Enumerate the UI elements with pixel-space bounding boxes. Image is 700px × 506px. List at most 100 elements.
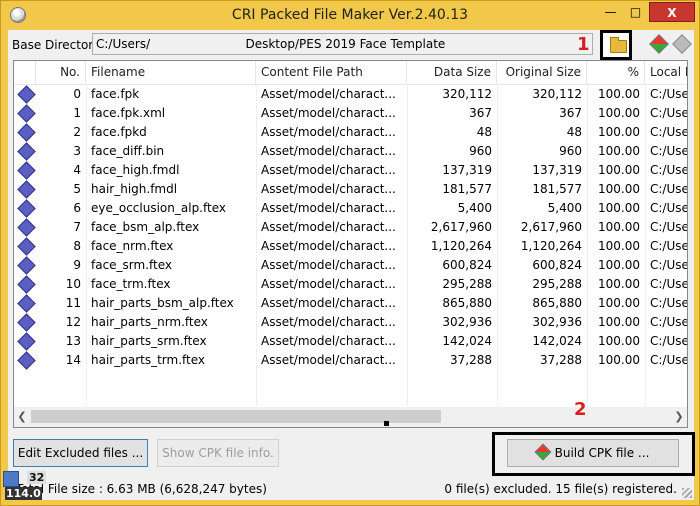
row-content-path: Asset/model/charact... (261, 239, 396, 253)
row-original-size: 960 (559, 144, 582, 158)
row-content-path: Asset/model/charact... (261, 258, 396, 272)
table-row[interactable]: 12 hair_parts_nrm.ftex Asset/model/charact… (14, 313, 688, 332)
row-data-size: 37,288 (450, 353, 492, 367)
row-data-size: 600,824 (442, 258, 492, 272)
cpk-file-icon (17, 313, 36, 332)
row-original-size: 181,577 (532, 182, 582, 196)
total-file-size: Total File size : 6.63 MB (6,628,247 byt… (16, 482, 267, 496)
scroll-right-icon[interactable]: ❯ (671, 409, 687, 425)
overlay-number: 114.0 (5, 487, 42, 500)
row-data-size: 960 (469, 144, 492, 158)
row-filename: face_nrm.ftex (91, 239, 174, 253)
row-filename: face_srm.ftex (91, 258, 173, 272)
cpk-file-icon (17, 199, 36, 218)
window-title: CRI Packed File Maker Ver.2.40.13 (231, 7, 469, 23)
row-data-size: 142,024 (442, 334, 492, 348)
table-row[interactable]: 6 eye_occlusion_alp.ftex Asset/model/chara… (14, 199, 687, 218)
row-no: 5 (73, 182, 81, 196)
browse-folder-button[interactable] (600, 30, 632, 60)
resize-grip-icon[interactable] (682, 488, 692, 498)
cpk-file-icon (17, 161, 36, 180)
row-local-path: C:/Use (650, 163, 688, 177)
status-bar: Total File size : 6.63 MB (6,628,247 byt… (8, 479, 694, 500)
row-local-path: C:/Use (650, 144, 688, 158)
cpk-file-icon (17, 256, 36, 275)
table-row[interactable]: 0 face.fpk Asset/model/charact... 320,112 32… (14, 85, 687, 104)
cpk-file-icon (17, 218, 36, 237)
table-row[interactable]: 3 face_diff.bin Asset/model/charact... 960 9… (14, 142, 688, 161)
table-row[interactable]: 5 hair_high.fmdl Asset/model/charact... 181… (14, 180, 688, 199)
row-content-path: Asset/model/charact... (261, 106, 396, 120)
column-no[interactable]: No. (36, 61, 86, 84)
scrollbar-thumb[interactable] (31, 410, 441, 423)
table-row[interactable]: 14 hair_parts_trm.ftex Asset/model/charact… (14, 351, 688, 370)
row-no: 7 (73, 220, 81, 234)
file-list[interactable]: No. Filename Content File Path Data Size… (13, 60, 688, 428)
row-percent: 100.00 (598, 296, 640, 310)
row-percent: 100.00 (598, 201, 640, 215)
row-local-path: C:/Use (650, 315, 688, 329)
table-row[interactable]: 2 face.fpkd Asset/model/charact... 48 48 100.… (14, 123, 687, 142)
row-filename: face_trm.ftex (91, 277, 171, 291)
app-window: CRI Packed File Maker Ver.2.40.13 — □ X … (0, 0, 700, 506)
column-filename[interactable]: Filename (86, 61, 256, 84)
row-content-path: Asset/model/charact... (261, 315, 396, 329)
column-percent[interactable]: % (587, 61, 645, 84)
file-list-header: No. Filename Content File Path Data Size… (14, 61, 687, 85)
row-original-size: 865,880 (532, 296, 582, 310)
annotation-2: 2 (574, 399, 587, 420)
title-bar[interactable]: CRI Packed File Maker Ver.2.40.13 — □ X (1, 1, 699, 31)
edit-excluded-files-button[interactable]: Edit Excluded files ... (13, 439, 148, 467)
table-row[interactable]: 4 face_high.fmdl Asset/model/charact... 137… (14, 161, 688, 180)
row-data-size: 302,936 (442, 315, 492, 329)
overlay-count: 32 (27, 471, 47, 484)
row-content-path: Asset/model/charact... (261, 201, 396, 215)
disabled-toolbar-icon (672, 34, 692, 54)
cpk-file-icon (17, 104, 36, 123)
row-original-size: 37,288 (540, 353, 582, 367)
column-original-size[interactable]: Original Size (497, 61, 587, 84)
cpk-file-icon (17, 275, 36, 294)
row-data-size: 48 (476, 125, 492, 139)
row-original-size: 1,120,264 (520, 239, 582, 253)
table-row[interactable]: 10 face_trm.ftex Asset/model/charact... 295… (14, 275, 687, 294)
column-content-path[interactable]: Content File Path (256, 61, 407, 84)
row-original-size: 5,400 (547, 201, 582, 215)
row-original-size: 600,824 (532, 258, 582, 272)
row-content-path: Asset/model/charact... (261, 334, 396, 348)
column-icon (14, 61, 36, 84)
table-row[interactable]: 13 hair_parts_srm.ftex Asset/model/charact… (14, 332, 688, 351)
table-row[interactable]: 8 face_nrm.ftex Asset/model/charact... 1,12… (14, 237, 687, 256)
row-filename: face.fpkd (91, 125, 147, 139)
row-no: 3 (73, 144, 81, 158)
row-no: 4 (73, 163, 81, 177)
row-percent: 100.00 (598, 258, 640, 272)
row-no: 14 (65, 353, 81, 367)
table-row[interactable]: 1 face.fpk.xml Asset/model/charact... 367 36… (14, 104, 687, 123)
minimize-button[interactable]: — (598, 2, 623, 22)
maximize-button[interactable]: □ (623, 2, 648, 22)
build-cpk-button[interactable]: Build CPK file ... (507, 439, 679, 467)
row-original-size: 295,288 (532, 277, 582, 291)
column-data-size[interactable]: Data Size (407, 61, 497, 84)
row-percent: 100.00 (598, 220, 640, 234)
row-percent: 100.00 (598, 163, 640, 177)
table-row[interactable]: 11 hair_parts_bsm_alp.ftex Asset/model/cha… (14, 294, 687, 313)
row-percent: 100.00 (598, 125, 640, 139)
row-filename: face.fpk.xml (91, 106, 166, 120)
table-row[interactable]: 7 face_bsm_alp.ftex Asset/model/charact...… (14, 218, 687, 237)
column-local-path[interactable]: Local I (645, 61, 687, 84)
splitter-handle[interactable] (384, 421, 389, 426)
scroll-left-icon[interactable]: ❮ (14, 409, 30, 425)
table-row[interactable]: 9 face_srm.ftex Asset/model/charact... 600,… (14, 256, 688, 275)
build-cpk-toolbar-icon[interactable] (649, 34, 669, 54)
close-button[interactable]: X (649, 2, 695, 22)
row-local-path: C:/Use (650, 334, 688, 348)
base-directory-field[interactable]: C:/Users/ Desktop/PES 2019 Face Template (92, 33, 593, 55)
row-local-path: C:/Use (650, 258, 688, 272)
row-content-path: Asset/model/charact... (261, 353, 396, 367)
row-local-path: C:/Use (650, 353, 688, 367)
row-percent: 100.00 (598, 144, 640, 158)
row-local-path: C:/Use (650, 182, 688, 196)
row-no: 0 (73, 87, 81, 101)
